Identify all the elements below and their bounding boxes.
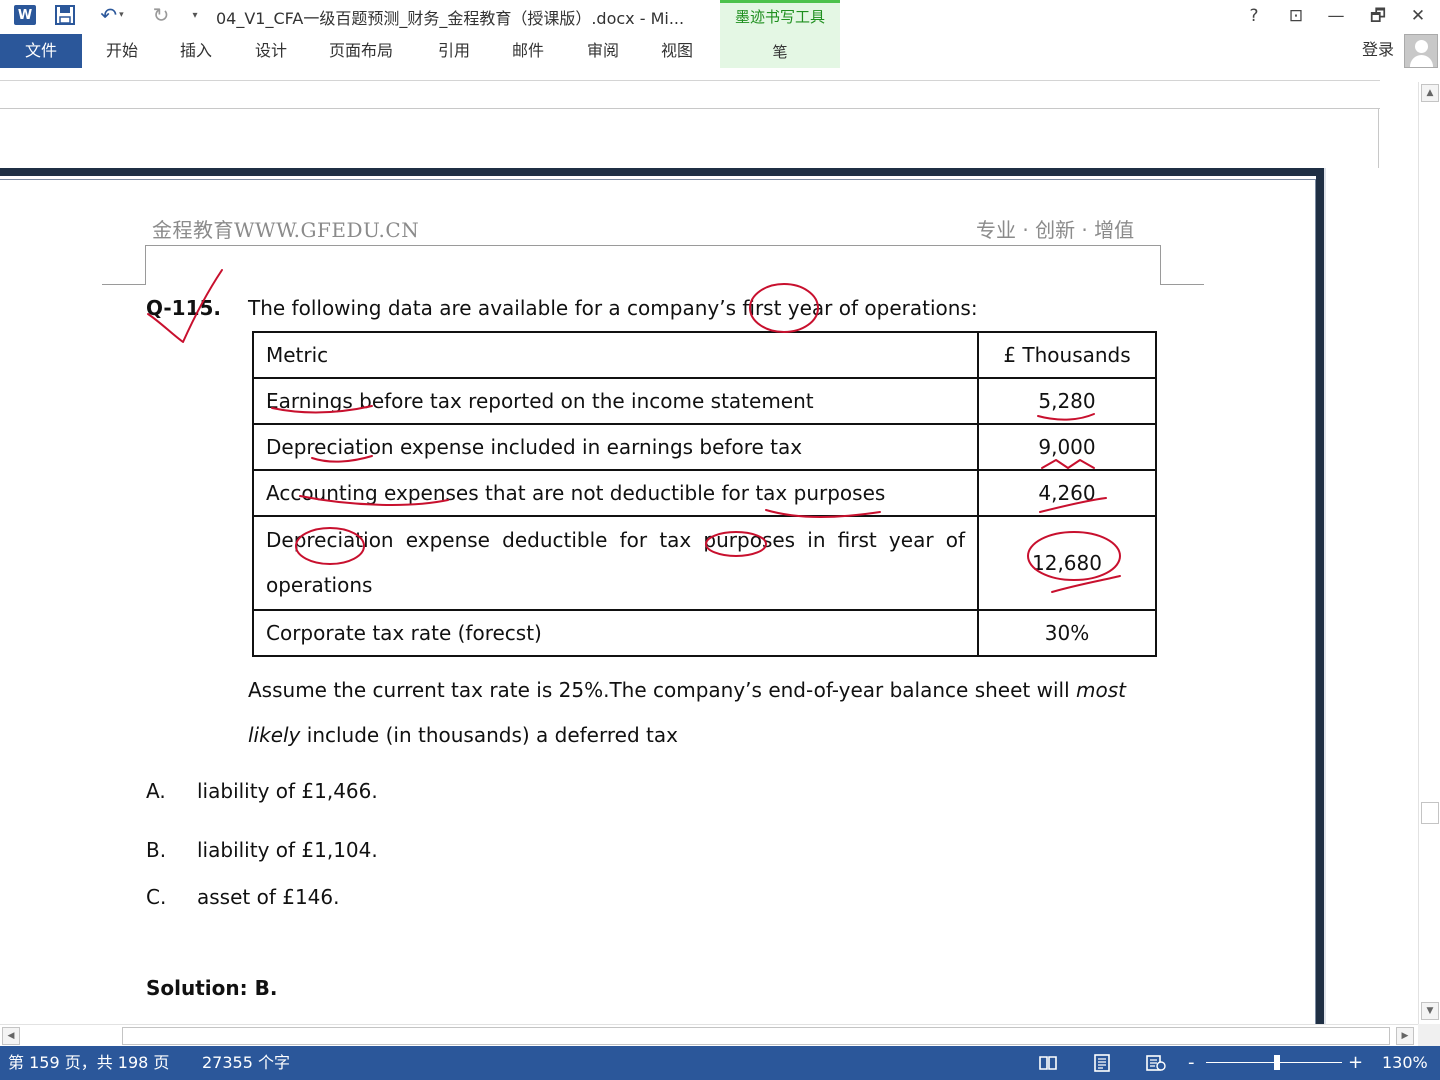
vertical-scroll-thumb[interactable] (1421, 802, 1439, 824)
option-c: C. asset of £146. (146, 885, 340, 909)
question-stem: The following data are available for a c… (248, 296, 978, 320)
table-row: Accounting expenses that are not deducti… (252, 469, 1157, 517)
option-a: A. liability of £1,466. (146, 779, 378, 803)
crop-mark-right-v (1160, 246, 1161, 284)
title-bar: W ↶ ▾ ↻ ▾ 04_V1_CFA一级百题预测_财务_金程教育（授课版）.do… (0, 0, 1440, 68)
avatar[interactable] (1404, 34, 1438, 68)
print-layout-icon[interactable] (1092, 1053, 1112, 1073)
web-layout-icon[interactable] (1146, 1053, 1166, 1073)
table-header-row: Metric £ Thousands (252, 331, 1157, 379)
crop-mark-right-h (1160, 284, 1204, 285)
save-icon[interactable] (52, 0, 78, 30)
option-text: asset of £146. (197, 885, 340, 909)
scroll-up-icon[interactable]: ▲ (1421, 84, 1439, 102)
crop-mark-left-v (145, 246, 146, 284)
horizontal-scroll-thumb[interactable] (122, 1027, 1390, 1045)
scroll-left-icon[interactable]: ◀ (2, 1027, 20, 1045)
option-letter: B. (146, 838, 167, 862)
tab-page-layout[interactable]: 页面布局 (329, 34, 393, 68)
previous-page-edge (0, 108, 1380, 109)
document-canvas[interactable]: 金程教育WWW.GFEDU.CN 专业 · 创新 · 增值 Q-115. The… (0, 82, 1418, 1024)
window-title: 04_V1_CFA一级百题预测_财务_金程教育（授课版）.docx - Mi..… (216, 9, 685, 28)
help-button[interactable]: ? (1236, 3, 1272, 29)
table-cell-value: 4,260 (977, 469, 1157, 517)
page-header-left: 金程教育WWW.GFEDU.CN (152, 218, 420, 242)
tab-file[interactable]: 文件 (0, 34, 82, 68)
zoom-in-button[interactable]: + (1348, 1046, 1363, 1080)
crop-mark-left-h (102, 284, 146, 285)
ribbon-divider (0, 80, 1380, 81)
close-button[interactable]: ✕ (1400, 3, 1436, 29)
assumption-text-2: include (in thousands) a deferred tax (300, 723, 678, 747)
undo-icon[interactable]: ↶ ▾ (92, 0, 132, 30)
zoom-slider-thumb[interactable] (1274, 1055, 1280, 1070)
solution-line: Solution: B. (146, 976, 278, 1000)
data-table: Metric £ Thousands Earnings before tax r… (252, 331, 1157, 657)
option-text: liability of £1,466. (197, 779, 378, 803)
previous-page-edge-right (1378, 108, 1379, 168)
restore-button[interactable]: 🗗 (1360, 3, 1396, 29)
assumption-emphasis-most: most (1076, 678, 1126, 702)
table-cell-value: 30% (977, 609, 1157, 657)
table-cell-metric: Depreciation expense deductible for tax … (252, 515, 979, 611)
table-cell-value: 9,000 (977, 423, 1157, 471)
status-bar: 第 159 页，共 198 页 27355 个字 - + 130% (0, 1046, 1440, 1080)
table-header-value: £ Thousands (977, 331, 1157, 379)
option-b: B. liability of £1,104. (146, 838, 378, 862)
option-letter: C. (146, 885, 167, 909)
assumption-text-1: Assume the current tax rate is 25%.The c… (248, 678, 1076, 702)
tab-view[interactable]: 视图 (661, 34, 693, 68)
redo-icon[interactable]: ↻ (146, 0, 176, 30)
ribbon-tabs: 文件 开始 插入 设计 页面布局 引用 邮件 审阅 视图 登录 (0, 34, 1440, 68)
table-row: Depreciation expense included in earning… (252, 423, 1157, 471)
table-cell-value: 12,680 (977, 515, 1157, 611)
zoom-level[interactable]: 130% (1382, 1046, 1428, 1080)
customize-toolbar-icon[interactable]: ▾ (186, 0, 204, 30)
scroll-right-icon[interactable]: ▶ (1396, 1027, 1414, 1045)
table-header-metric: Metric (252, 331, 979, 379)
word-app-icon[interactable]: W (12, 0, 38, 30)
option-letter: A. (146, 779, 166, 803)
table-cell-metric: Accounting expenses that are not deducti… (252, 469, 979, 517)
tab-references[interactable]: 引用 (438, 34, 470, 68)
word-count[interactable]: 27355 个字 (202, 1046, 290, 1080)
question-assumption: Assume the current tax rate is 25%.The c… (248, 668, 1160, 758)
page-header-right: 专业 · 创新 · 增值 (976, 218, 1135, 242)
zoom-out-button[interactable]: - (1188, 1046, 1195, 1080)
question-number: Q-115. (146, 296, 222, 320)
option-text: liability of £1,104. (197, 838, 378, 862)
vertical-scrollbar[interactable]: ▲ ▼ (1418, 82, 1440, 1024)
table-cell-metric: Corporate tax rate (forecst) (252, 609, 979, 657)
tab-review[interactable]: 审阅 (587, 34, 619, 68)
table-cell-metric: Depreciation expense included in earning… (252, 423, 979, 471)
tab-design[interactable]: 设计 (255, 34, 287, 68)
minimize-button[interactable]: — (1318, 3, 1354, 29)
ribbon-display-options-button[interactable]: ⊡ (1278, 3, 1314, 29)
horizontal-scrollbar[interactable]: ◀ ▶ (0, 1024, 1418, 1046)
table-row: Depreciation expense deductible for tax … (252, 515, 1157, 611)
tab-home[interactable]: 开始 (106, 34, 138, 68)
table-row: Earnings before tax reported on the inco… (252, 377, 1157, 425)
ink-tools-label: 墨迹书写工具 (734, 8, 825, 26)
page-count[interactable]: 第 159 页，共 198 页 (8, 1046, 169, 1080)
scrollbar-corner (1418, 1024, 1440, 1046)
assumption-emphasis-likely: likely (248, 723, 301, 747)
scroll-down-icon[interactable]: ▼ (1421, 1002, 1439, 1020)
header-rule (145, 245, 1161, 246)
table-cell-metric: Earnings before tax reported on the inco… (252, 377, 979, 425)
sign-in-link[interactable]: 登录 (1362, 34, 1394, 66)
table-cell-value: 5,280 (977, 377, 1157, 425)
tab-mailings[interactable]: 邮件 (512, 34, 544, 68)
table-row: Corporate tax rate (forecst) 30% (252, 609, 1157, 657)
tab-insert[interactable]: 插入 (180, 34, 212, 68)
read-mode-icon[interactable] (1038, 1053, 1058, 1073)
